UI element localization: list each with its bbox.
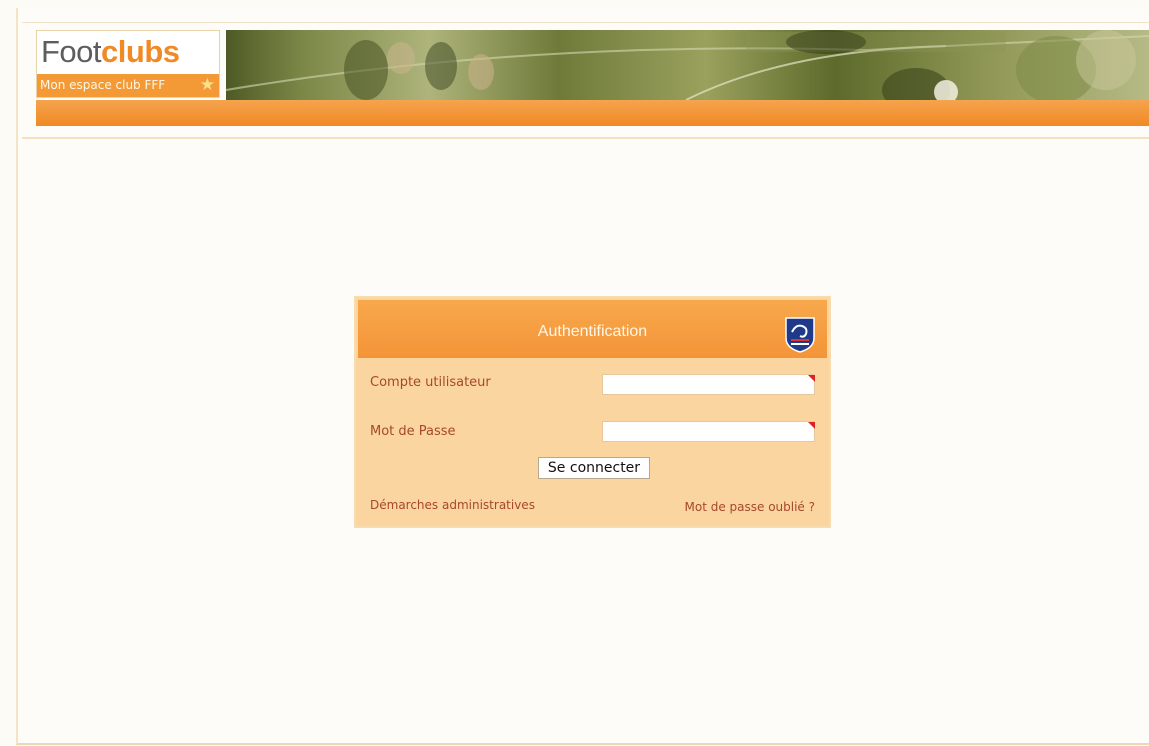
login-header: Authentification: [358, 300, 827, 358]
logo-word-foot: Foot: [41, 34, 102, 69]
logo-wordmark: Footclubs: [41, 33, 180, 71]
fff-logo-icon: [782, 314, 818, 358]
header-banner-image: [226, 30, 1149, 100]
required-marker: [808, 375, 815, 382]
logo-tagline: Mon espace club FFF: [40, 78, 166, 92]
login-panel: Authentification Compte utilisateur Mot …: [354, 296, 831, 528]
header-top-line: [22, 22, 1149, 23]
logo-tagline-bar: Mon espace club FFF ★: [37, 74, 219, 97]
admin-procedures-link[interactable]: Démarches administratives: [370, 498, 535, 512]
forgot-password-link[interactable]: Mot de passe oublié ?: [685, 500, 816, 514]
password-input[interactable]: [602, 421, 815, 442]
footclubs-logo[interactable]: Footclubs Mon espace club FFF ★: [36, 30, 220, 98]
username-label: Compte utilisateur: [370, 375, 491, 390]
star-icon: ★: [199, 75, 215, 95]
header-orange-bar: [36, 100, 1149, 126]
username-input[interactable]: [602, 374, 815, 395]
header-divider: [22, 137, 1149, 139]
login-title: Authentification: [537, 323, 648, 340]
password-label: Mot de Passe: [370, 424, 456, 439]
logo-word-clubs: clubs: [101, 34, 180, 69]
required-marker: [808, 422, 815, 429]
connect-button[interactable]: Se connecter: [538, 457, 650, 479]
